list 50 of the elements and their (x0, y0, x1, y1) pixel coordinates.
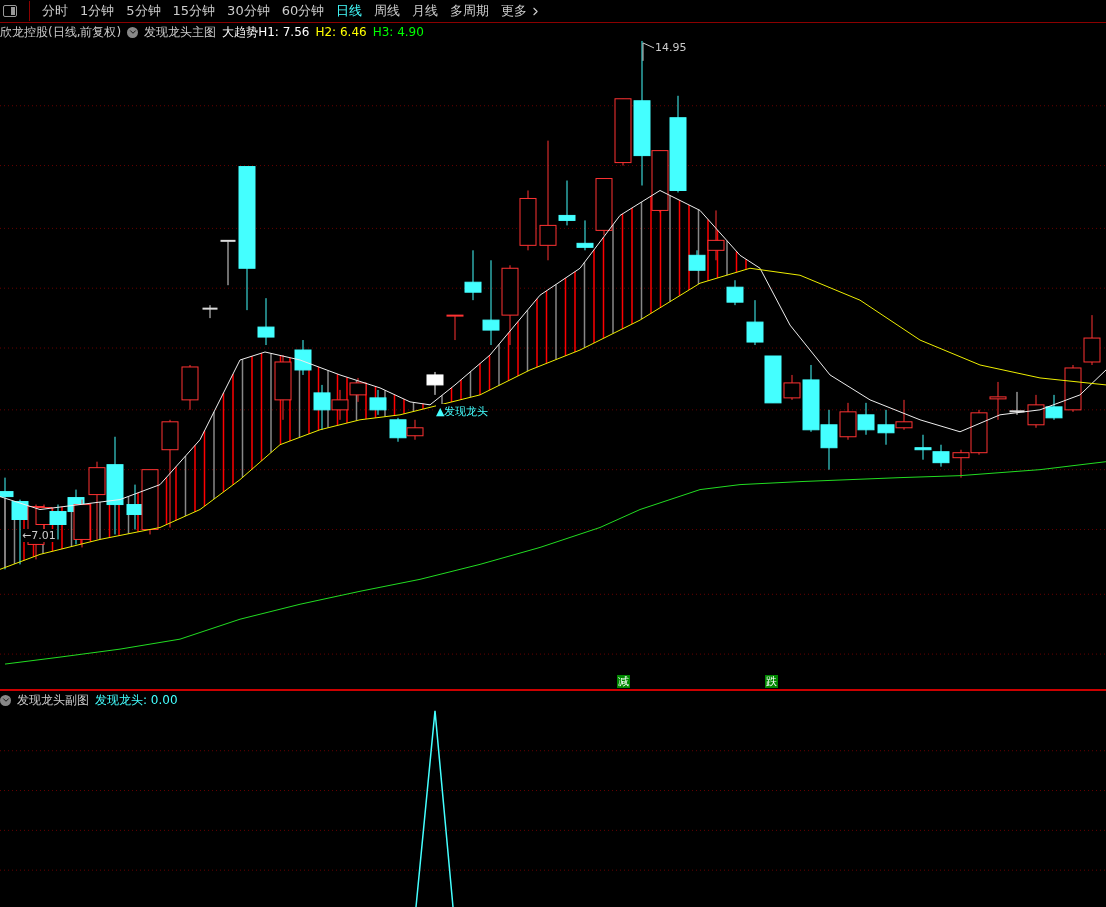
indicator-value: 大趋势H1: 7.56 (222, 23, 310, 41)
candlestick (294, 339, 312, 376)
candlestick (1009, 391, 1025, 416)
candlestick (274, 354, 292, 421)
candlestick (895, 399, 913, 431)
indicator-value: H3: 4.90 (372, 25, 424, 39)
candlestick (746, 299, 764, 346)
candlestick (349, 377, 367, 403)
candlestick (877, 409, 895, 446)
leader-line (642, 42, 655, 62)
candlestick (406, 419, 424, 441)
period-tab[interactable]: 60分钟 (281, 2, 325, 20)
candlestick (426, 371, 444, 396)
period-tab[interactable]: 1分钟 (80, 2, 115, 20)
stock-title: 欣龙控股(日线,前复权) (0, 23, 122, 41)
period-tab[interactable]: 5分钟 (126, 2, 161, 20)
signal-marker: 跌 (765, 675, 778, 688)
period-tab[interactable]: 30分钟 (227, 2, 270, 20)
indicator-value: H2: 6.46 (315, 25, 367, 39)
dropdown-icon[interactable] (127, 26, 139, 38)
candlestick (220, 239, 236, 286)
period-tab[interactable]: 多周期 (450, 2, 490, 20)
signal-marker: 减 (617, 675, 630, 688)
period-tab[interactable]: 日线 (336, 2, 363, 20)
candlestick (181, 364, 199, 411)
candlestick (519, 190, 537, 251)
period-tab[interactable]: 月线 (412, 2, 439, 20)
high-price-label: 14.95 (655, 41, 687, 54)
indicator-name: 发现龙头副图 (17, 691, 89, 709)
candlestick (857, 402, 875, 436)
period-tab[interactable]: 周线 (374, 2, 401, 20)
candlestick (369, 389, 387, 416)
candlestick (202, 304, 218, 319)
indicator-value: 发现龙头: 0.00 (95, 691, 178, 709)
panel-toggle-icon[interactable] (3, 5, 17, 17)
period-tab[interactable]: 分时 (42, 2, 68, 20)
indicator-name: 发现龙头主图 (144, 23, 217, 41)
more-button[interactable]: 更多 (501, 2, 543, 20)
candlestick (914, 434, 932, 461)
signal-label: ▲发现龙头 (436, 404, 489, 419)
candlestick (1083, 314, 1101, 366)
candlestick (1027, 394, 1045, 429)
candlestick (726, 279, 744, 306)
candlestick (446, 314, 464, 341)
candlestick (932, 444, 950, 468)
candlestick (389, 417, 407, 443)
candlestick (989, 381, 1007, 421)
low-price-label: ←7.01 (22, 529, 56, 542)
period-tab[interactable]: 15分钟 (172, 2, 216, 20)
dropdown-icon[interactable] (0, 694, 11, 706)
